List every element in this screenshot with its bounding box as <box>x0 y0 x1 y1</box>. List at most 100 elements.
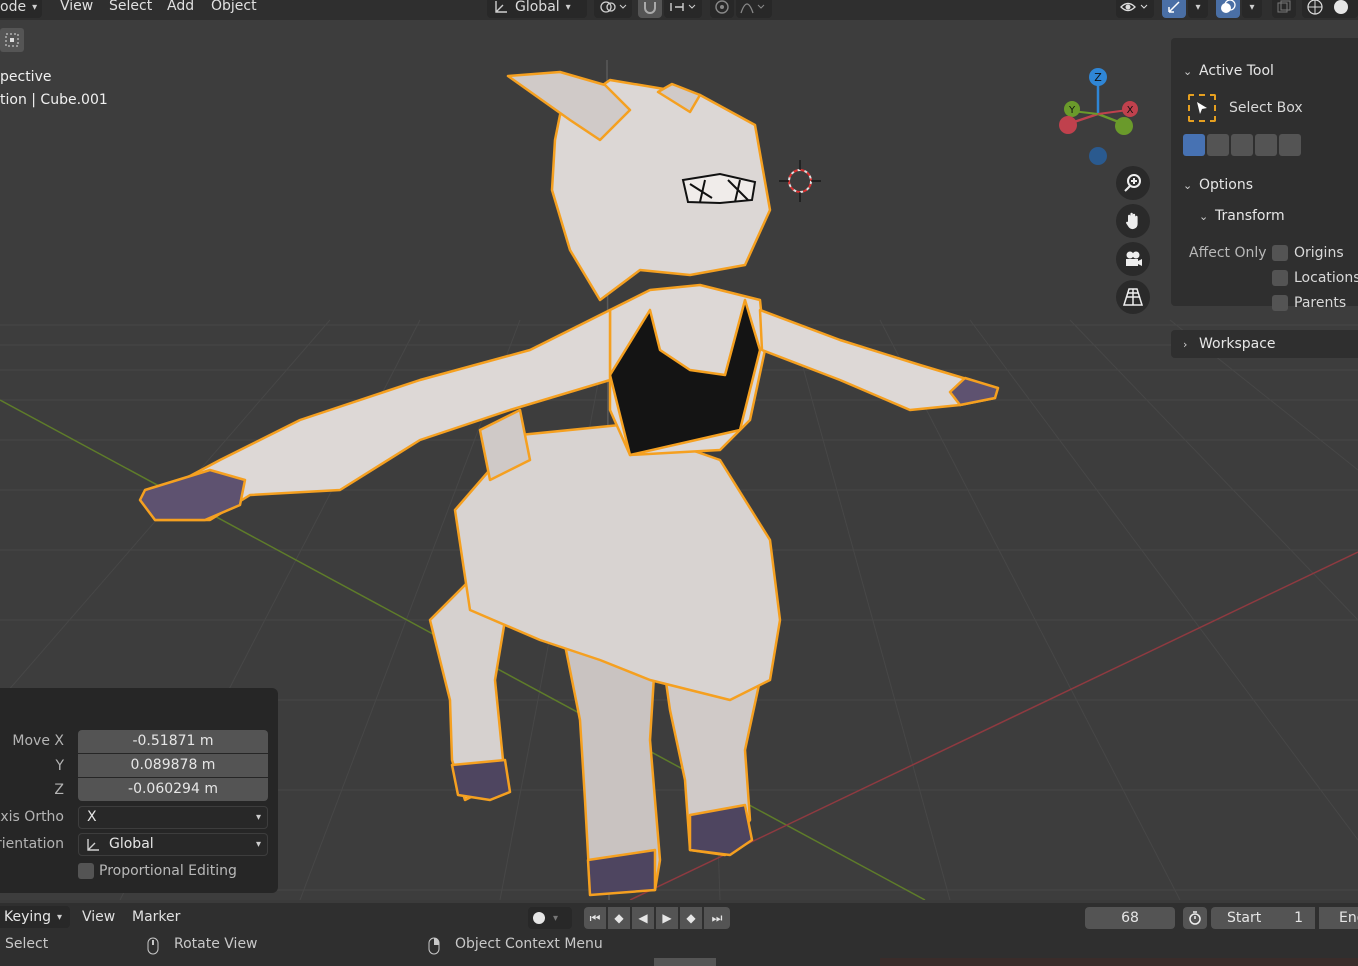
transform-title: Transform <box>1215 208 1285 224</box>
eye-icon <box>1120 2 1148 12</box>
current-frame-field[interactable]: 68 <box>1085 907 1175 929</box>
start-frame-field[interactable]: Start 1 <box>1211 907 1315 929</box>
checkbox-box[interactable] <box>1272 270 1288 286</box>
last-operator-panel: Move X -0.51871 m Y 0.089878 m Z -0.0602… <box>0 688 278 893</box>
options-header[interactable]: ⌄ Options <box>1183 177 1253 193</box>
next-keyframe-button[interactable]: ◆ <box>680 907 702 929</box>
stopwatch-icon <box>1189 911 1201 925</box>
mode-intersect-button[interactable] <box>1279 134 1301 156</box>
menu-object[interactable]: Object <box>211 0 257 14</box>
gizmo-dropdown[interactable]: ▾ <box>1188 0 1208 18</box>
mouse-right-icon <box>428 937 440 955</box>
visibility-dropdown[interactable] <box>1116 0 1154 18</box>
perspective-toggle-button[interactable] <box>1116 280 1150 314</box>
mode-subtract-button[interactable] <box>1231 134 1253 156</box>
timeline-menu-marker[interactable]: Marker <box>132 909 180 925</box>
select-box-mode-button[interactable] <box>0 28 24 52</box>
affect-locations-checkbox[interactable]: Locations <box>1272 270 1358 286</box>
snap-toggle[interactable] <box>638 0 662 18</box>
neg-y-handle[interactable] <box>1115 117 1133 135</box>
axis-ortho-label: Axis Ortho <box>0 809 64 825</box>
xray-toggle[interactable] <box>1272 0 1296 18</box>
overlays-dropdown[interactable]: ▾ <box>1242 0 1262 18</box>
gizmo-icon <box>1168 1 1180 13</box>
status-bar-strip <box>880 958 1358 966</box>
viewport-info-text: pective tion | Cube.001 <box>0 66 108 112</box>
active-tool-header[interactable]: ⌄ Active Tool <box>1183 63 1274 79</box>
checkbox-box[interactable] <box>1272 295 1288 311</box>
xray-icon <box>1277 0 1291 13</box>
navigation-gizmo[interactable]: Z Y X <box>1050 64 1150 174</box>
timeline-menu-view[interactable]: View <box>82 909 115 925</box>
end-frame-field[interactable]: End <box>1319 907 1358 929</box>
select-box-tool-icon[interactable] <box>1188 94 1216 122</box>
mode-set-button[interactable] <box>1183 134 1205 156</box>
menu-select[interactable]: Select <box>109 0 152 14</box>
view-name: pective <box>0 69 52 85</box>
falloff-curve-icon <box>740 3 765 14</box>
transform-header[interactable]: ⌄ Transform <box>1199 208 1285 224</box>
menu-add[interactable]: Add <box>167 0 194 14</box>
workspace-header[interactable]: › Workspace <box>1183 336 1276 352</box>
chevron-down-icon: ▾ <box>255 839 261 850</box>
mode-dropdown[interactable]: ode ▾ <box>0 0 42 18</box>
axis-ortho-dropdown[interactable]: X ▾ <box>78 806 268 829</box>
workspace-panel[interactable]: › Workspace <box>1171 330 1358 358</box>
move-x-field[interactable]: -0.51871 m <box>78 730 268 753</box>
prev-keyframe-button[interactable]: ◆ <box>608 907 630 929</box>
jump-start-icon: ⏮ <box>589 910 601 925</box>
active-tool-title: Active Tool <box>1199 63 1274 79</box>
falloff-dropdown[interactable] <box>736 0 772 18</box>
keying-label: Keying <box>4 909 52 925</box>
checkbox-box[interactable] <box>78 863 94 879</box>
mouse-middle-icon <box>147 937 159 955</box>
auto-keying-button[interactable]: ▾ <box>528 907 572 929</box>
snap-target-dropdown[interactable] <box>664 0 702 18</box>
gizmo-toggle[interactable] <box>1162 0 1186 18</box>
cursor-arrow-icon <box>1197 102 1207 114</box>
mode-invert-button[interactable] <box>1255 134 1277 156</box>
camera-view-button[interactable] <box>1116 242 1150 276</box>
timeline-header: Keying ▾ View Marker ▾ ⏮ ◆ ◀ ▶ ◆ ⏭ 68 St… <box>0 903 1358 931</box>
move-x-label: Move X <box>12 733 64 749</box>
3d-cursor[interactable] <box>779 160 821 202</box>
record-icon <box>533 912 545 924</box>
affect-origins-checkbox[interactable]: Origins <box>1272 245 1344 261</box>
move-y-field[interactable]: 0.089878 m <box>78 754 268 777</box>
y-axis-label: Y <box>1068 105 1076 116</box>
pivot-point-button[interactable] <box>594 0 632 18</box>
jump-start-button[interactable]: ⏮ <box>584 907 606 929</box>
move-z-label: Z <box>54 782 64 798</box>
status-context-menu: Object Context Menu <box>455 936 603 952</box>
checkbox-box[interactable] <box>1272 245 1288 261</box>
jump-end-button[interactable]: ⏭ <box>704 907 730 929</box>
proportional-editing-checkbox[interactable]: Proportional Editing <box>78 863 237 879</box>
keying-dropdown[interactable]: Keying ▾ <box>0 906 70 928</box>
play-reverse-button[interactable]: ◀ <box>632 907 654 929</box>
mode-extend-button[interactable] <box>1207 134 1229 156</box>
chevron-down-icon: ▾ <box>32 1 38 13</box>
zoom-button[interactable] <box>1116 166 1150 200</box>
affect-only-label: Affect Only <box>1189 245 1267 261</box>
proportional-editing-toggle[interactable] <box>710 0 734 18</box>
play-button[interactable]: ▶ <box>656 907 678 929</box>
overlays-toggle[interactable] <box>1216 0 1240 18</box>
proportional-icon <box>715 0 729 14</box>
preview-range-button[interactable] <box>1183 907 1207 929</box>
resize-handle[interactable] <box>654 958 716 966</box>
status-select: Select <box>5 936 49 952</box>
chevron-down-icon: ▾ <box>255 812 261 823</box>
move-z-field[interactable]: -0.060294 m <box>78 778 268 801</box>
menu-view[interactable]: View <box>60 0 93 14</box>
orientation-dropdown[interactable]: Global ▾ <box>78 833 268 856</box>
affect-parents-checkbox[interactable]: Parents <box>1272 295 1346 311</box>
transform-orientation-dropdown[interactable]: Global ▾ <box>487 0 587 18</box>
neg-z-handle[interactable] <box>1089 147 1107 165</box>
shading-buttons[interactable] <box>1302 0 1358 18</box>
z-axis-label: Z <box>1094 71 1102 84</box>
select-box-icon <box>5 33 19 47</box>
pan-button[interactable] <box>1116 204 1150 238</box>
chevron-down-icon: ▾ <box>553 912 559 924</box>
chevron-down-icon: ⌄ <box>1199 209 1209 223</box>
neg-x-handle[interactable] <box>1059 116 1077 134</box>
